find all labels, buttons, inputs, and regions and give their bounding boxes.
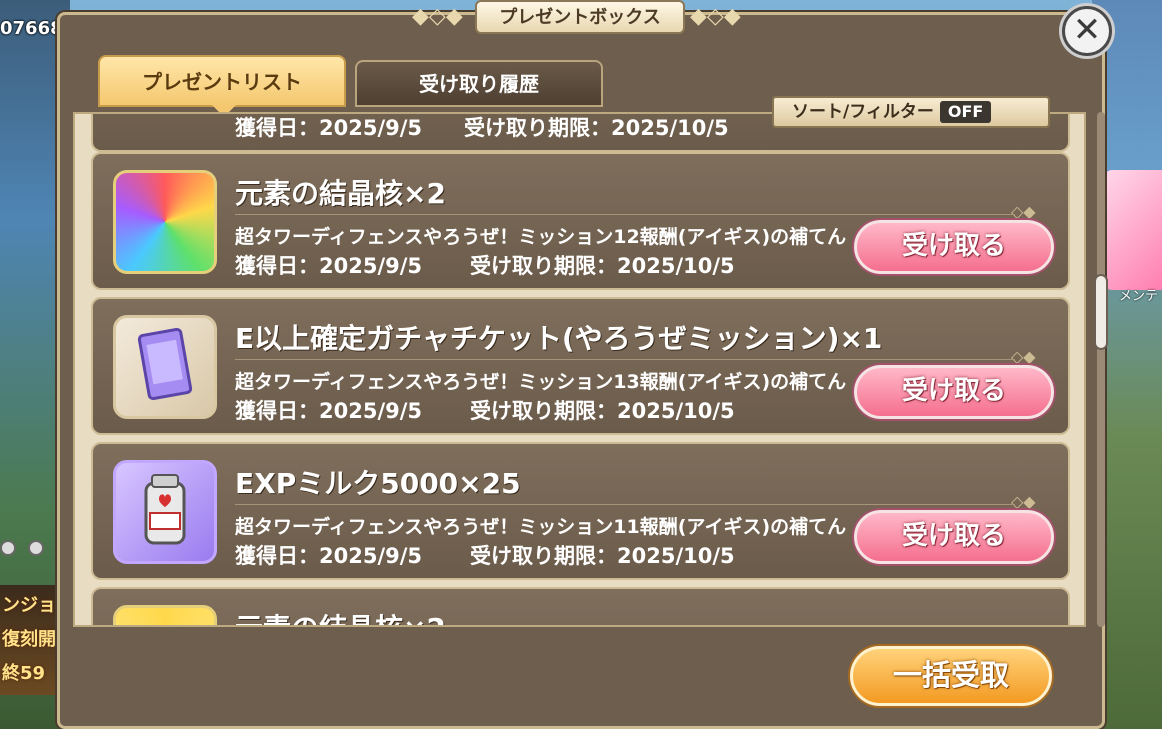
item-dates: 獲得日：2025/9/5 受け取り期限：2025/10/5 (235, 395, 735, 425)
list-item: 元素の結晶核×2 ◇◆ 超タワーディフェンスやろうぜ！ミッション12報酬(アイギ… (91, 152, 1070, 290)
list-scrollbar[interactable] (1097, 112, 1105, 627)
deadline-date: 受け取り期限：2025/10/5 (470, 399, 735, 423)
present-list[interactable]: 獲得日：2025/9/5 受け取り期限：2025/10/5 元素の結晶核×2 ◇… (73, 112, 1086, 627)
background-counter: 07668 (0, 18, 63, 39)
gacha-ticket-icon (113, 315, 217, 419)
ticket-graphic (137, 327, 193, 401)
list-item: E以上確定ガチャチケット(やろうぜミッション)×1 ◇◆ 超タワーディフェンスや… (91, 297, 1070, 435)
deadline-date: 受け取り期限：2025/10/5 (470, 254, 735, 278)
tab-receive-history[interactable]: 受け取り履歴 (355, 60, 603, 107)
divider (235, 214, 1015, 215)
list-item-partial-bottom: 元素の結晶核×2 (91, 587, 1070, 625)
divider (235, 359, 1015, 360)
carousel-dots (0, 540, 56, 560)
list-item: EXPミルク5000×25 ◇◆ 超タワーディフェンスやろうぜ！ミッション11報… (91, 442, 1070, 580)
title-ornament-left-icon: ◆◇◆ (412, 4, 463, 29)
crystal-cube-icon (113, 170, 217, 274)
partial-top-dates: 獲得日：2025/9/5 受け取り期限：2025/10/5 (235, 116, 729, 140)
row-ornament-icon: ◇◆ (1011, 347, 1036, 366)
filter-state-badge: OFF (939, 101, 992, 123)
claim-button[interactable]: 受け取る (854, 510, 1054, 564)
background-side-banner (1104, 170, 1162, 290)
scrollbar-thumb[interactable] (1094, 274, 1108, 350)
title-ornament-right-icon: ◆◇◆ (690, 4, 741, 29)
dialog-title: プレゼントボックス (475, 0, 685, 34)
obtained-date: 獲得日：2025/9/5 (235, 544, 423, 568)
row-ornament-icon: ◇◆ (1011, 492, 1036, 511)
item-name: EXPミルク5000×25 (235, 467, 521, 500)
item-dates: 獲得日：2025/9/5 受け取り期限：2025/10/5 (235, 540, 735, 570)
obtained-date: 獲得日：2025/9/5 (235, 254, 423, 278)
crystal-cube-icon (113, 605, 217, 625)
deadline-date: 受け取り期限：2025/10/5 (470, 544, 735, 568)
item-description: 超タワーディフェンスやろうぜ！ミッション11報酬(アイギス)の補てん (235, 516, 847, 538)
item-name: E以上確定ガチャチケット(やろうぜミッション)×1 (235, 322, 883, 355)
obtained-date: 獲得日：2025/9/5 (235, 399, 423, 423)
item-name: 元素の結晶核×2 (235, 607, 446, 625)
exp-milk-icon (113, 460, 217, 564)
tab-present-list[interactable]: プレゼントリスト (98, 55, 346, 117)
row-ornament-icon: ◇◆ (1011, 202, 1036, 221)
bulk-claim-button[interactable]: 一括受取 (850, 646, 1052, 706)
sort-filter-label: ソート/フィルター (792, 102, 934, 122)
milk-can-graphic (144, 474, 186, 545)
maintenance-label: メンテ (1118, 289, 1158, 304)
item-dates: 獲得日：2025/9/5 受け取り期限：2025/10/5 (235, 250, 735, 280)
close-button[interactable]: ✕ (1062, 6, 1112, 56)
claim-button[interactable]: 受け取る (854, 365, 1054, 419)
item-description: 超タワーディフェンスやろうぜ！ミッション12報酬(アイギス)の補てん (235, 226, 847, 248)
sort-filter-button[interactable]: ソート/フィルター OFF (772, 96, 1050, 128)
claim-button[interactable]: 受け取る (854, 220, 1054, 274)
item-description: 超タワーディフェンスやろうぜ！ミッション13報酬(アイギス)の補てん (235, 371, 847, 393)
item-name: 元素の結晶核×2 (235, 177, 446, 210)
divider (235, 504, 1015, 505)
